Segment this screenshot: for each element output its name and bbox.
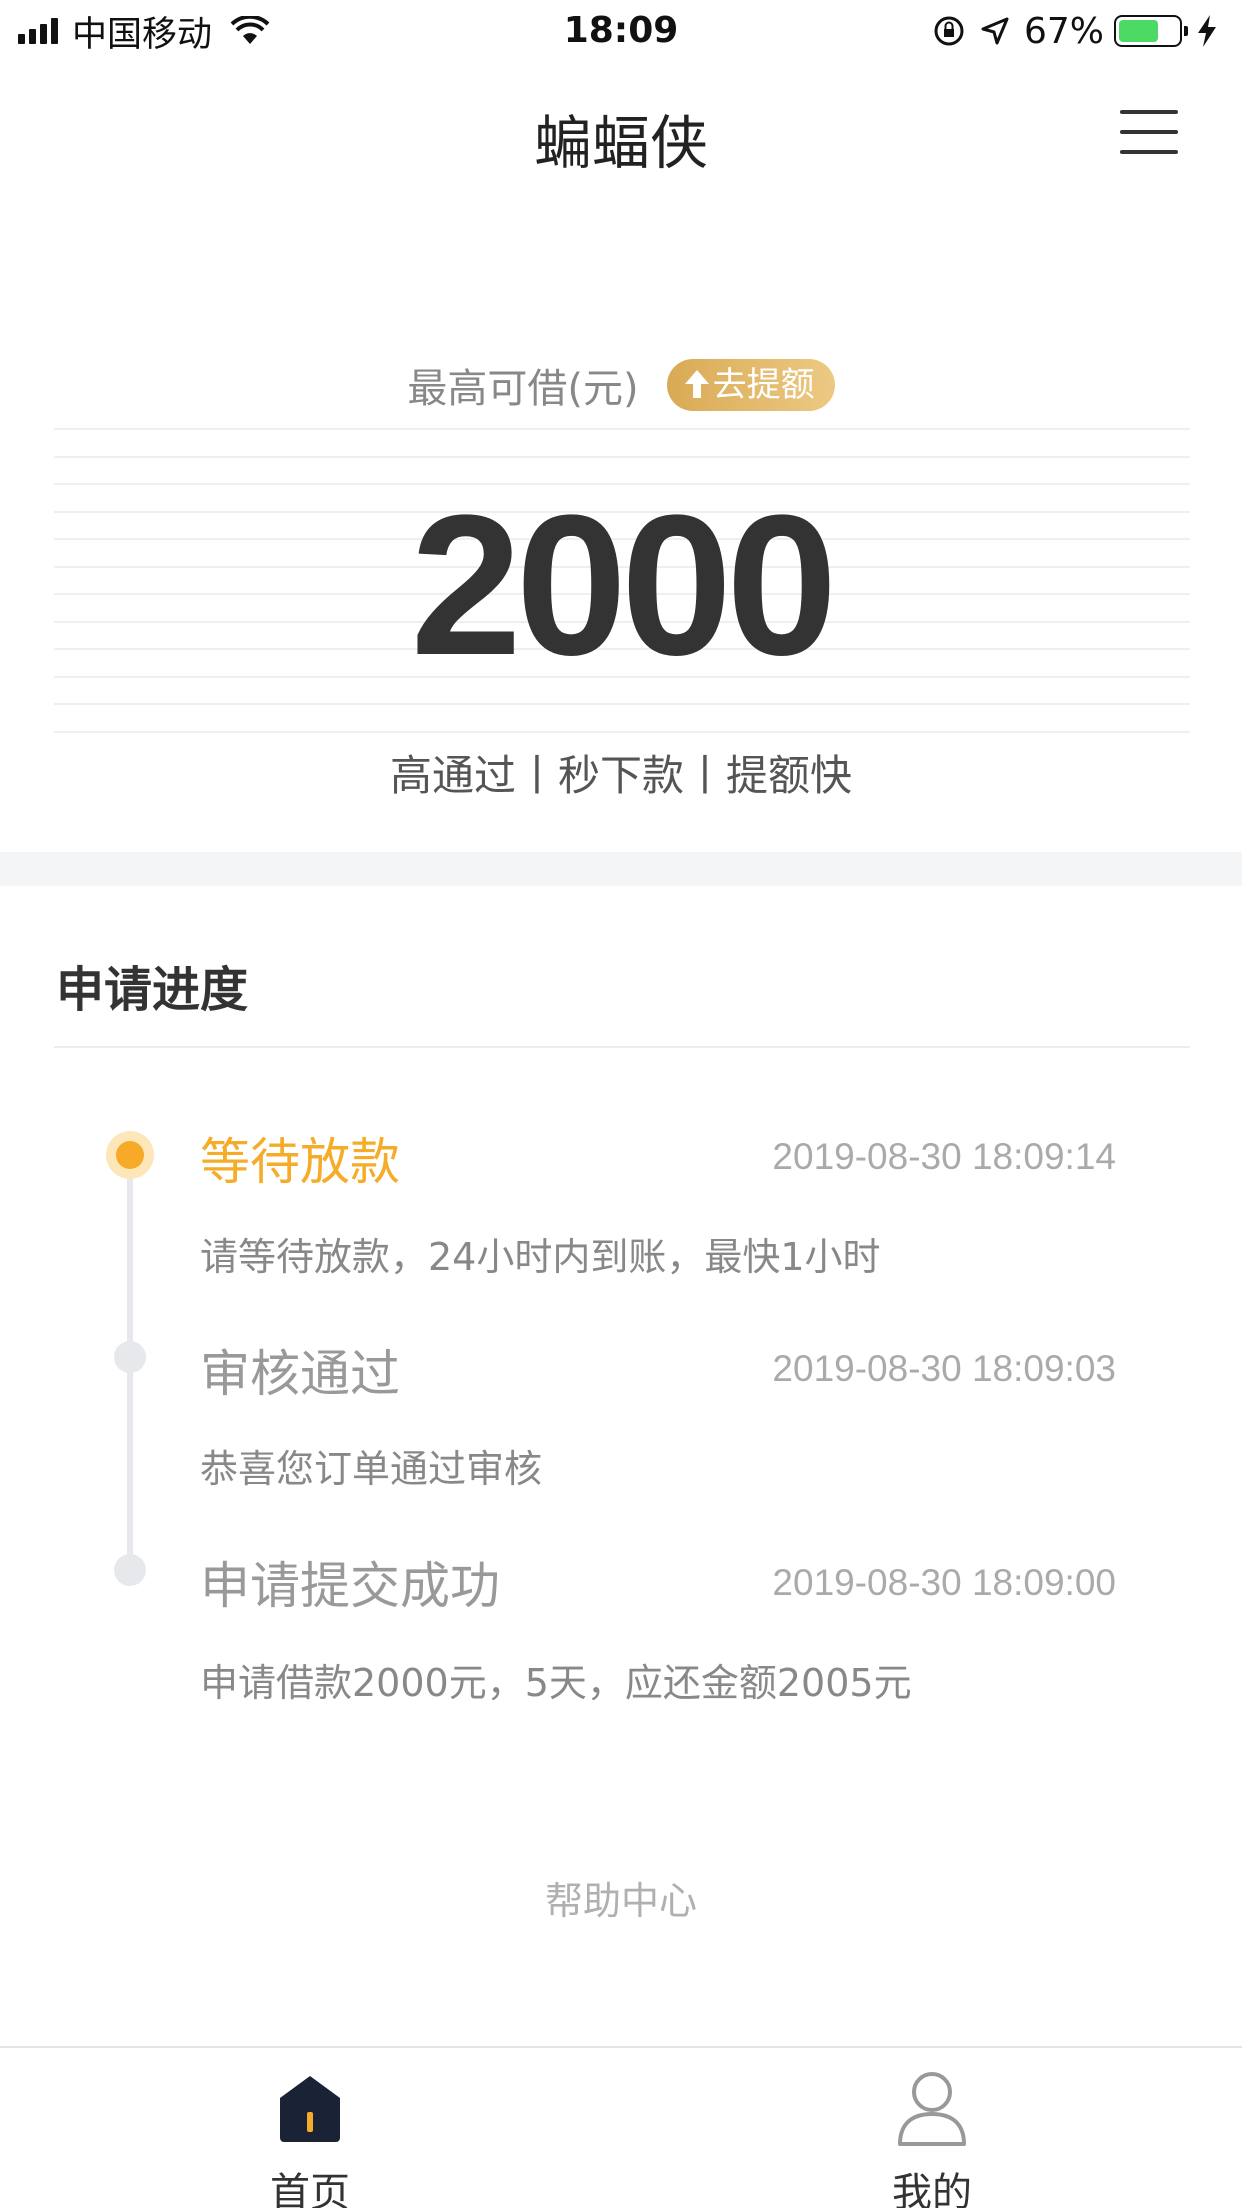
max-amount: 2000: [410, 474, 838, 697]
hamburger-menu-icon[interactable]: [1120, 110, 1178, 156]
max-borrow-label: 最高可借(元): [407, 366, 639, 412]
section-separator: [0, 852, 1242, 886]
status-bar: 中国移动 18:09 67%: [0, 0, 1242, 62]
arrow-up-icon: [684, 370, 709, 398]
step-desc-approved: 恭喜您订单通过审核: [200, 1447, 543, 1491]
charging-icon: [1198, 15, 1216, 47]
step-time-submitted: 2019-08-30 18:09:00: [772, 1562, 1116, 1603]
orientation-lock-icon: [934, 16, 964, 46]
step-time-waiting: 2019-08-30 18:09:14: [772, 1136, 1116, 1177]
step-desc-submitted: 申请借款2000元，5天，应还金额2005元: [200, 1661, 912, 1705]
tab-home[interactable]: 首页: [160, 2048, 460, 2208]
max-borrow-row: 最高可借(元) 去提额: [0, 356, 1242, 414]
step-desc-waiting: 请等待放款，24小时内到账，最快1小时: [200, 1235, 881, 1279]
bottom-tab-bar: 首页 我的: [0, 2046, 1242, 2208]
step-title-approved: 审核通过: [200, 1345, 400, 1403]
home-icon: [280, 2076, 340, 2142]
divider: [54, 1046, 1190, 1048]
location-icon: [981, 17, 1009, 45]
raise-limit-label: 去提额: [712, 365, 815, 405]
page-title: 蝙蝠侠: [533, 109, 708, 177]
step-title-waiting: 等待放款: [200, 1133, 400, 1191]
timeline-dot-active: [106, 1131, 154, 1179]
battery-percent: 67%: [1023, 10, 1104, 52]
step-title-submitted: 申请提交成功: [200, 1557, 500, 1615]
battery-icon: [1114, 15, 1188, 47]
tab-mine-label: 我的: [892, 2170, 972, 2208]
user-icon: [898, 2072, 966, 2146]
battery-level: [1119, 20, 1158, 42]
timeline-dot: [114, 1341, 146, 1373]
tab-home-label: 首页: [270, 2170, 350, 2208]
tab-mine[interactable]: 我的: [782, 2048, 1082, 2208]
feature-tagline: 高通过丨秒下款丨提额快: [389, 751, 852, 800]
help-center-link[interactable]: 帮助中心: [0, 1870, 1242, 1925]
status-right: 67%: [932, 8, 1218, 54]
progress-section-title: 申请进度: [56, 962, 249, 1018]
step-time-approved: 2019-08-30 18:09:03: [772, 1348, 1116, 1389]
timeline-dot: [114, 1554, 146, 1586]
raise-limit-button[interactable]: 去提额: [666, 359, 835, 411]
app-screen: 中国移动 18:09 67% 蝙蝠侠 最高可借(元) 去提额 2000 高通过丨…: [0, 0, 1242, 2208]
